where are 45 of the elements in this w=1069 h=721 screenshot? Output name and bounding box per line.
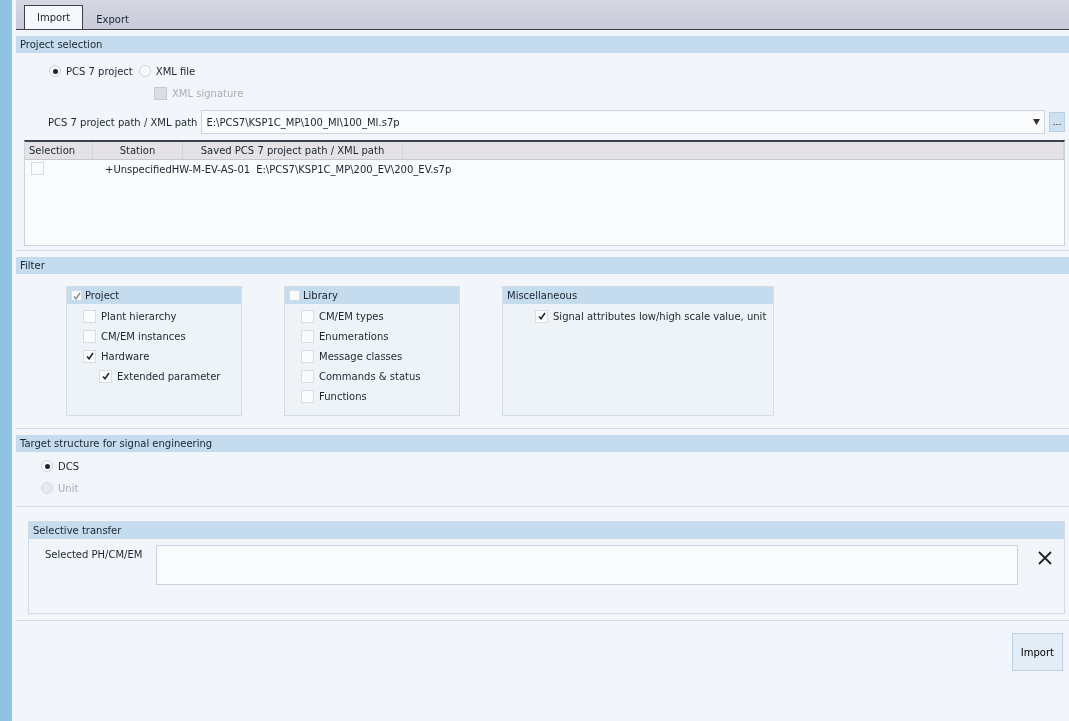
section-header: Target structure for signal engineering (16, 435, 1069, 452)
section-header: Filter (16, 257, 1069, 274)
import-button[interactable]: Import (1011, 633, 1063, 671)
group-title: Library (303, 290, 338, 301)
field-label: PCS 7 project path / XML path (48, 116, 198, 128)
path-dropdown[interactable]: E:\PCS7\KSP1C_MP\100_MI\100_MI.s7p (201, 110, 1045, 134)
radio-label: PCS 7 project (66, 65, 133, 77)
browse-button[interactable]: ... (1049, 112, 1065, 132)
section-header: Selective transfer (29, 522, 1064, 539)
check-icon (101, 372, 110, 380)
radio-button[interactable] (138, 65, 151, 77)
tab[interactable]: Import (24, 5, 84, 29)
checkbox-label: CM/EM types (319, 310, 384, 322)
checkbox-label: Enumerations (319, 330, 389, 342)
table-cell: +UnspecifiedHW-M-EV-AS-01 (105, 163, 251, 175)
checkbox-label: CM/EM instances (101, 330, 186, 342)
radio-button[interactable] (49, 65, 61, 77)
radio-button[interactable] (41, 460, 53, 472)
column-header[interactable]: Saved PCS 7 project path / XML path (183, 142, 403, 159)
selection-field[interactable] (156, 545, 1018, 585)
checkbox-label: Functions (319, 390, 367, 402)
column-header[interactable]: Station (93, 142, 183, 159)
field-label: Selected PH/CM/EM (45, 548, 143, 560)
checkbox-label: Hardware (101, 350, 150, 362)
check-icon (537, 312, 546, 320)
check-icon (85, 352, 94, 360)
checkbox-label: Signal attributes low/high scale value, unit (553, 310, 767, 322)
column-header[interactable]: Selection (25, 142, 93, 159)
radio-label: DCS (58, 460, 80, 472)
radio-label: XML file (155, 65, 196, 77)
check-icon (72, 291, 81, 300)
checkbox-label: Message classes (319, 350, 403, 362)
checkbox-label: Plant hierarchy (101, 310, 177, 322)
radio-label: Unit (58, 482, 79, 494)
tab[interactable]: Export (83, 8, 142, 29)
table-cell-text: E:\PCS7\KSP1C_MP\200_EV\200_EV.s7p (256, 163, 453, 175)
checkbox-label: XML signature (172, 88, 244, 99)
dropdown-arrow-icon (1033, 119, 1040, 125)
close-icon (1037, 550, 1053, 566)
checkbox-label: Extended parameter (117, 370, 221, 382)
group-title: Miscellaneous (507, 290, 578, 301)
checkbox[interactable] (71, 290, 82, 301)
checkbox-label: Commands & status (319, 370, 421, 382)
section-header: Project selection (16, 36, 1069, 53)
group-title: Project (85, 290, 120, 301)
